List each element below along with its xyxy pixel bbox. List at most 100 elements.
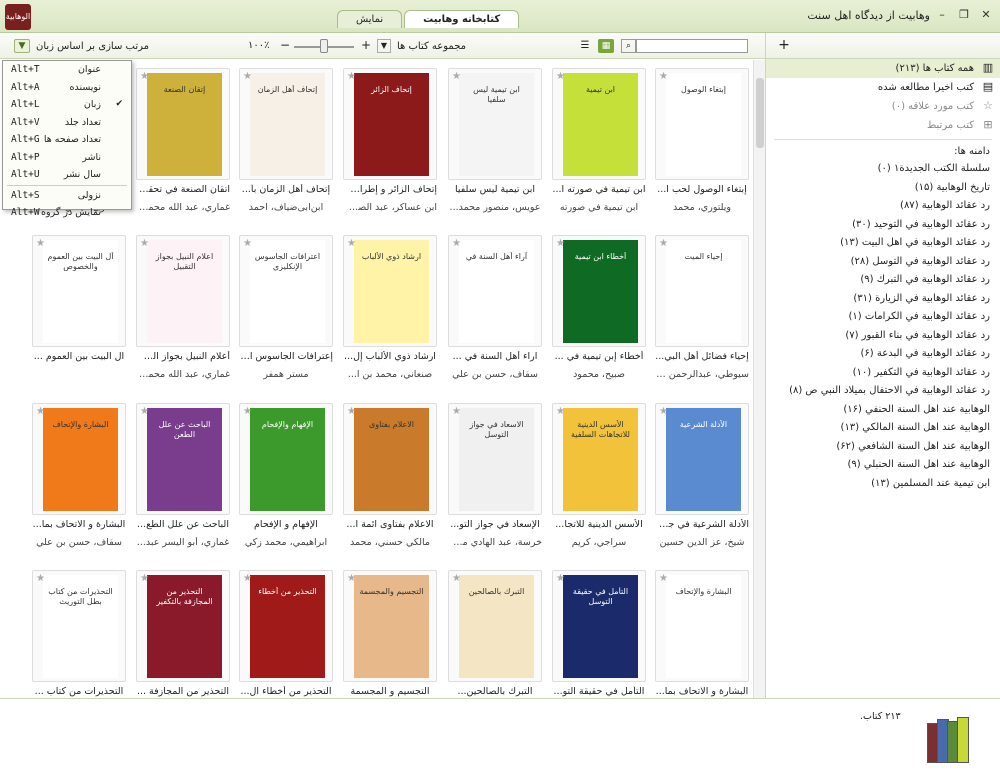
- grid-view-icon[interactable]: ▦: [598, 39, 614, 53]
- book-card[interactable]: الاعلام بفتاوى ★ الاعلام بفتاوى ائمة ا... م…: [343, 403, 437, 568]
- book-cover[interactable]: اعلام النبيل بجواز التقبيل: [147, 240, 222, 343]
- favorite-star-icon[interactable]: ★: [452, 71, 461, 82]
- favorite-star-icon[interactable]: ★: [659, 238, 668, 249]
- book-cover[interactable]: ارشاد ذوي الألباب: [354, 240, 429, 343]
- sidebar-nav-item[interactable]: ▥ همه کتاب ها (۲۱۳): [766, 59, 1000, 78]
- sidebar-nav-item[interactable]: ⊞ کتب مرتبط: [766, 116, 1000, 135]
- book-card[interactable]: ابن تيمية ★ ابن تيمية في صورته ا... ابن تيم…: [552, 68, 646, 233]
- book-cover[interactable]: إتحاف أهل الزمان: [250, 73, 325, 176]
- book-cover[interactable]: الباحث عن علل الطعن: [147, 408, 222, 511]
- book-card[interactable]: إبتغاء الوصول ★ إبتغاء الوصول لحب ا... ويلت…: [655, 68, 749, 233]
- favorite-star-icon[interactable]: ★: [347, 573, 356, 584]
- sort-menu-item[interactable]: Alt+W نمایش در گروه: [3, 204, 131, 222]
- favorite-star-icon[interactable]: ★: [347, 406, 356, 417]
- tag-item[interactable]: الوهابية عند اهل السنة المالكي (۱۳): [766, 419, 1000, 438]
- favorite-star-icon[interactable]: ★: [347, 238, 356, 249]
- tab-view[interactable]: نمایش: [337, 10, 403, 28]
- search-input[interactable]: [636, 39, 748, 53]
- tag-item[interactable]: سلسلة الكتب الجديدة۱ (۰): [766, 160, 1000, 179]
- favorite-star-icon[interactable]: ★: [556, 573, 565, 584]
- favorite-star-icon[interactable]: ★: [556, 238, 565, 249]
- book-cover[interactable]: التحذير من المجازفة بالتكفير: [147, 575, 222, 678]
- list-view-icon[interactable]: ☰: [577, 39, 593, 53]
- favorite-star-icon[interactable]: ★: [243, 573, 252, 584]
- book-cover[interactable]: إتحاف الزائر: [354, 73, 429, 176]
- book-card[interactable]: التجسيم والمجسمة ★ التجسيم و المجسمة: [343, 570, 437, 698]
- favorite-star-icon[interactable]: ★: [140, 238, 149, 249]
- zoom-out-button[interactable]: −: [280, 38, 290, 52]
- tag-item[interactable]: رد عقائد الوهابية في التوسل (۲۸): [766, 253, 1000, 272]
- book-cover[interactable]: الإفهام والإفحام: [250, 408, 325, 511]
- favorite-star-icon[interactable]: ★: [36, 573, 45, 584]
- sort-dropdown-button[interactable]: ▼: [14, 39, 30, 53]
- minimize-icon[interactable]: –: [934, 8, 950, 22]
- favorite-star-icon[interactable]: ★: [347, 71, 356, 82]
- book-card[interactable]: الباحث عن علل الطعن ★ الباحث عن علل الطع..…: [136, 403, 230, 568]
- book-cover[interactable]: الأسس الدينية للاتجاهات السلفية: [563, 408, 638, 511]
- close-icon[interactable]: ✕: [978, 8, 994, 22]
- sort-menu-item[interactable]: Alt+T عنوان: [3, 61, 131, 79]
- tag-item[interactable]: رد عقائد الوهابية في التكفير (۱۰): [766, 364, 1000, 383]
- book-card[interactable]: التأمل في حقيقة التوسل ★ التأمل في حقيقة ا…: [552, 570, 646, 698]
- book-cover[interactable]: التبرك بالصالحين: [459, 575, 534, 678]
- book-card[interactable]: الأدلة الشرعية ★ الأدلة الشرعية في جوا... ش…: [655, 403, 749, 568]
- favorite-star-icon[interactable]: ★: [243, 71, 252, 82]
- favorite-star-icon[interactable]: ★: [659, 406, 668, 417]
- book-card[interactable]: ابن تيمية ليس سلفيا ★ ابن تيمية ليس سلفيا ع…: [448, 68, 542, 233]
- favorite-star-icon[interactable]: ★: [140, 406, 149, 417]
- sort-menu-item[interactable]: Alt+V تعداد جلد: [3, 114, 131, 132]
- vertical-scrollbar[interactable]: [753, 60, 765, 698]
- favorite-star-icon[interactable]: ★: [659, 573, 668, 584]
- favorite-star-icon[interactable]: ★: [452, 573, 461, 584]
- favorite-star-icon[interactable]: ★: [36, 406, 45, 417]
- tag-item[interactable]: الوهابية عند اهل السنة الحنفي (۱۶): [766, 401, 1000, 420]
- book-cover[interactable]: أخطاء ابن تيمية: [563, 240, 638, 343]
- book-cover[interactable]: آراء أهل السنة في: [459, 240, 534, 343]
- book-card[interactable]: التحذير من المجازفة بالتكفير ★ التحذير من …: [136, 570, 230, 698]
- book-card[interactable]: إحياء الميت ★ إحياء فضائل أهل البي... سيوطي…: [655, 235, 749, 400]
- book-cover[interactable]: إحياء الميت: [666, 240, 741, 343]
- book-card[interactable]: البشارة والإتحاف ★ البشارة و الاتحاف بما..…: [32, 403, 126, 568]
- sort-menu-item[interactable]: Alt+S نزولی: [3, 187, 131, 205]
- tag-item[interactable]: رد عقائد الوهابية في التبرك (۹): [766, 271, 1000, 290]
- add-button[interactable]: +: [776, 38, 792, 54]
- sort-menu-item[interactable]: Alt+L زبان ✔: [3, 96, 131, 114]
- sidebar-nav-item[interactable]: ▤ کتب اخیرا مطالعه شده: [766, 78, 1000, 97]
- sort-menu-item[interactable]: Alt+P ناشر: [3, 149, 131, 167]
- book-card[interactable]: الإفهام والإفحام ★ الإفهام و الإفحام ابراهي…: [239, 403, 333, 568]
- favorite-star-icon[interactable]: ★: [556, 406, 565, 417]
- book-cover[interactable]: آل البيت بين العموم والخصوص: [43, 240, 118, 343]
- book-card[interactable]: اعترافات الجاسوس الإنكليزي ★ إعترافات الجا…: [239, 235, 333, 400]
- favorite-star-icon[interactable]: ★: [36, 238, 45, 249]
- book-card[interactable]: الأسس الدينية للاتجاهات السلفية ★ الأسس ال…: [552, 403, 646, 568]
- tag-item[interactable]: رد عقائد الوهابية في الزيارة (۳۱): [766, 290, 1000, 309]
- book-cover[interactable]: البشارة والإتحاف: [43, 408, 118, 511]
- favorite-star-icon[interactable]: ★: [452, 238, 461, 249]
- book-card[interactable]: الاسعاد في جواز التوسل ★ الإسعاد في جواز ا…: [448, 403, 542, 568]
- book-card[interactable]: إتحاف أهل الزمان ★ إتحاف أهل الزمان بأ... ا…: [239, 68, 333, 233]
- tag-item[interactable]: رد عقائد الوهابية في البدعة (۶): [766, 345, 1000, 364]
- book-cover[interactable]: ابن تيمية: [563, 73, 638, 176]
- tag-item[interactable]: رد عقائد الوهابية في الكرامات (۱): [766, 308, 1000, 327]
- zoom-slider-handle[interactable]: [320, 39, 328, 53]
- book-cover[interactable]: الأدلة الشرعية: [666, 408, 741, 511]
- tag-item[interactable]: رد عقائد الوهابية في التوحيد (۳۰): [766, 216, 1000, 235]
- favorite-star-icon[interactable]: ★: [140, 573, 149, 584]
- book-cover[interactable]: الاسعاد في جواز التوسل: [459, 408, 534, 511]
- book-card[interactable]: ارشاد ذوي الألباب ★ ارشاد ذوي الألباب إل..…: [343, 235, 437, 400]
- sort-menu-item[interactable]: Alt+A نویسنده: [3, 79, 131, 97]
- sort-menu-item[interactable]: Alt+U سال نشر: [3, 166, 131, 184]
- book-cover[interactable]: التجسيم والمجسمة: [354, 575, 429, 678]
- book-card[interactable]: التحذير من أخطاء ★ التحذير من أخطاء ال...: [239, 570, 333, 698]
- book-card[interactable]: إتحاف الزائر ★ إتحاف الزائر و إطراف... ابن …: [343, 68, 437, 233]
- scrollbar-thumb[interactable]: [756, 78, 764, 148]
- tag-item[interactable]: تاريخ الوهابية (۱۵): [766, 179, 1000, 198]
- book-card[interactable]: اعلام النبيل بجواز التقبيل ★ أعلام النبيل …: [136, 235, 230, 400]
- tag-item[interactable]: ابن تيمية عند المسلمين (۱۳): [766, 475, 1000, 494]
- book-card[interactable]: البشارة والإتحاف ★ البشارة و الاتحاف بما..…: [655, 570, 749, 698]
- tag-item[interactable]: رد عقائد الوهابية في اهل البيت (۱۳): [766, 234, 1000, 253]
- sidebar-nav-item[interactable]: ☆ کتب مورد علاقه (۰): [766, 97, 1000, 116]
- book-card[interactable]: إتقان الصنعة ★ اتقان الصنعة في تحقي... غمار…: [136, 68, 230, 233]
- favorite-star-icon[interactable]: ★: [243, 406, 252, 417]
- tag-item[interactable]: رد عقائد الوهابية (۸۷): [766, 197, 1000, 216]
